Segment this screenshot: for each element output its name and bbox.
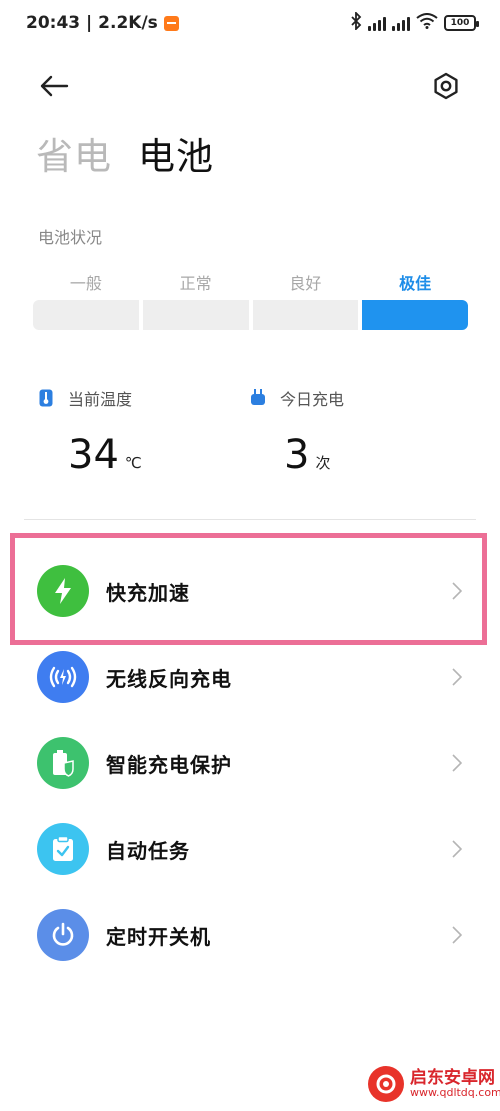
menu-item-fast-charge[interactable]: 快充加速 — [0, 548, 500, 634]
power-icon — [37, 909, 89, 961]
level-bar — [142, 300, 249, 330]
battery-status-label: 电池状况 — [38, 228, 103, 247]
chevron-right-icon — [450, 925, 464, 945]
temperature-stat: 当前温度 34 ℃ — [38, 386, 218, 478]
battery-shield-icon — [37, 737, 89, 789]
menu-item-label: 快充加速 — [106, 580, 190, 605]
settings-button[interactable] — [428, 68, 464, 104]
battery-icon: 100 — [444, 15, 479, 31]
level-excellent: 极佳 — [362, 270, 468, 330]
status-left: 20:43 | 2.2K/s — [26, 13, 179, 33]
clipboard-check-icon — [37, 823, 89, 875]
menu-item-label: 无线反向充电 — [106, 666, 232, 691]
signal-icon — [392, 15, 410, 31]
wireless-charge-icon — [37, 651, 89, 703]
level-normal: 正常 — [142, 270, 249, 330]
wifi-icon — [416, 12, 438, 34]
tab-power-saving[interactable]: 省电 — [36, 126, 112, 180]
menu-item-smart-charge-protection[interactable]: 智能充电保护 — [0, 720, 500, 806]
charge-count-header: 今日充电 — [250, 386, 430, 410]
level-bar — [252, 300, 359, 330]
watermark-title: 启东安卓网 — [410, 1067, 495, 1088]
watermark-logo-icon — [368, 1066, 404, 1102]
temperature-value-row: 34 ℃ — [68, 432, 142, 478]
signal-icon — [368, 15, 386, 31]
chevron-right-icon — [450, 839, 464, 859]
level-label: 正常 — [179, 274, 212, 293]
chevron-right-icon — [450, 581, 464, 601]
watermark-text: 启东安卓网 www.qdltdq.com — [410, 1067, 500, 1100]
status-bar: 20:43 | 2.2K/s 100 — [0, 0, 500, 46]
bluetooth-icon — [350, 10, 362, 35]
temperature-value: 34 — [68, 432, 119, 478]
charge-count-stat: 今日充电 3次 — [250, 386, 430, 478]
divider — [24, 519, 476, 520]
level-label: 一般 — [69, 274, 102, 293]
menu-item-auto-tasks[interactable]: 自动任务 — [0, 806, 500, 892]
charge-count-value-row: 3次 — [284, 432, 330, 478]
level-label: 极佳 — [399, 274, 432, 293]
charge-count-unit: 次 — [315, 454, 331, 472]
chevron-right-icon — [450, 753, 464, 773]
menu-item-wireless-reverse-charge[interactable]: 无线反向充电 — [0, 634, 500, 720]
back-button[interactable] — [36, 68, 72, 104]
menu-item-label: 自动任务 — [106, 838, 190, 863]
notification-icon — [163, 15, 179, 31]
watermark: 启东安卓网 www.qdltdq.com — [368, 1066, 500, 1102]
charge-count-value: 3 — [284, 432, 310, 478]
temperature-label: 当前温度 — [68, 390, 133, 409]
chevron-right-icon — [450, 667, 464, 687]
thermometer-icon — [38, 389, 54, 407]
time-speed: 20:43 | 2.2K/s — [26, 13, 158, 33]
lightning-icon — [37, 565, 89, 617]
level-label: 良好 — [289, 274, 322, 293]
menu-item-label: 智能充电保护 — [106, 752, 232, 777]
status-right: 100 — [350, 10, 479, 35]
level-bar-active — [362, 300, 468, 330]
level-bar — [33, 300, 139, 330]
charge-count-label: 今日充电 — [280, 390, 345, 409]
temperature-header: 当前温度 — [38, 386, 218, 410]
watermark-url: www.qdltdq.com — [410, 1086, 500, 1100]
level-good: 良好 — [252, 270, 359, 330]
tab-bar: 省电 电池 — [36, 126, 214, 180]
back-arrow-icon — [40, 75, 69, 97]
tab-battery[interactable]: 电池 — [138, 126, 214, 180]
gear-icon — [434, 72, 458, 100]
level-general: 一般 — [33, 270, 139, 330]
menu-item-scheduled-power[interactable]: 定时开关机 — [0, 892, 500, 978]
battery-level-meter: 一般 正常 良好 极佳 — [33, 270, 468, 330]
menu-item-label: 定时开关机 — [106, 924, 211, 949]
temperature-unit: ℃ — [124, 454, 142, 472]
charger-plug-icon — [250, 389, 266, 407]
